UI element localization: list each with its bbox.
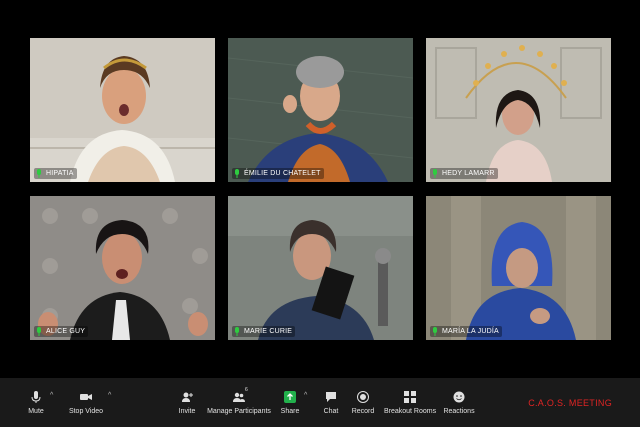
participant-name: HEDY LAMARR bbox=[442, 170, 495, 177]
participant-video bbox=[228, 196, 413, 340]
reactions-label: Reactions bbox=[443, 408, 475, 415]
participant-tile-alice-guy[interactable]: ALICE GUY bbox=[30, 196, 215, 340]
reactions-icon bbox=[453, 391, 465, 403]
participant-video bbox=[426, 38, 611, 182]
name-tag: MARÍA LA JUDÍA bbox=[430, 326, 502, 337]
chat-icon bbox=[326, 392, 336, 402]
name-tag: ÉMILIE DU CHATELET bbox=[232, 168, 324, 179]
participant-video bbox=[426, 196, 611, 340]
microphone-icon bbox=[433, 327, 437, 336]
participant-tile-maria-la-judia[interactable]: MARÍA LA JUDÍA bbox=[426, 196, 611, 340]
stop-video-label: Stop Video bbox=[68, 408, 104, 415]
breakout-rooms-label: Breakout Rooms bbox=[383, 408, 437, 415]
participant-tile-hipatia[interactable]: HIPATIA bbox=[30, 38, 215, 182]
chevron-up-icon[interactable]: ^ bbox=[304, 392, 307, 399]
chevron-up-icon[interactable]: ^ bbox=[108, 392, 111, 399]
add-person-icon bbox=[182, 392, 193, 402]
invite-button[interactable]: Invite bbox=[174, 378, 200, 427]
participant-name: MARIE CURIE bbox=[244, 328, 293, 335]
participant-name: ALICE GUY bbox=[46, 328, 86, 335]
microphone-icon bbox=[37, 169, 41, 178]
participant-video bbox=[30, 196, 215, 340]
share-label: Share bbox=[280, 408, 300, 415]
share-button[interactable]: Share bbox=[278, 378, 302, 427]
microphone-icon bbox=[235, 169, 239, 178]
microphone-icon bbox=[31, 391, 41, 403]
participant-name: ÉMILIE DU CHATELET bbox=[244, 170, 321, 177]
chat-label: Chat bbox=[323, 408, 339, 415]
participant-tile-marie-curie[interactable]: MARIE CURIE bbox=[228, 196, 413, 340]
participant-video bbox=[30, 38, 215, 182]
meeting-title: C.A.O.S. MEETING bbox=[528, 398, 612, 408]
mute-label: Mute bbox=[28, 408, 44, 415]
mute-button[interactable]: Mute bbox=[24, 378, 48, 427]
record-label: Record bbox=[351, 408, 375, 415]
invite-label: Invite bbox=[178, 408, 196, 415]
participants-count: 6 bbox=[245, 387, 248, 393]
record-icon bbox=[357, 391, 369, 403]
manage-participants-label: Manage Participants bbox=[207, 408, 271, 415]
name-tag: HIPATIA bbox=[34, 168, 77, 179]
record-button[interactable]: Record bbox=[350, 378, 376, 427]
breakout-rooms-button[interactable]: Breakout Rooms bbox=[383, 378, 437, 427]
breakout-rooms-icon bbox=[404, 391, 416, 403]
participants-icon-wrap: 6 bbox=[232, 387, 248, 404]
name-tag: ALICE GUY bbox=[34, 326, 89, 337]
reactions-button[interactable]: Reactions bbox=[443, 378, 475, 427]
participant-name: HIPATIA bbox=[46, 170, 74, 177]
participant-tile-emilie-du-chatelet[interactable]: ÉMILIE DU CHATELET bbox=[228, 38, 413, 182]
meeting-toolbar: Mute ^ Stop Video ^ Invite 6 Manage Part… bbox=[0, 378, 640, 427]
microphone-icon bbox=[433, 169, 437, 178]
participant-tile-hedy-lamarr[interactable]: HEDY LAMARR bbox=[426, 38, 611, 182]
participant-video bbox=[228, 38, 413, 182]
share-screen-icon bbox=[284, 391, 296, 403]
chat-button[interactable]: Chat bbox=[320, 378, 342, 427]
video-grid: HIPATIA ÉMILIE DU CHATELET HEDY LAMARR A… bbox=[0, 0, 640, 378]
microphone-icon bbox=[37, 327, 41, 336]
participant-name: MARÍA LA JUDÍA bbox=[442, 328, 499, 335]
participants-icon bbox=[233, 392, 245, 402]
chevron-up-icon[interactable]: ^ bbox=[50, 392, 53, 399]
video-camera-icon bbox=[80, 394, 92, 400]
manage-participants-button[interactable]: 6 Manage Participants bbox=[207, 378, 271, 427]
microphone-icon bbox=[235, 327, 239, 336]
name-tag: HEDY LAMARR bbox=[430, 168, 498, 179]
name-tag: MARIE CURIE bbox=[232, 326, 296, 337]
stop-video-button[interactable]: Stop Video bbox=[66, 378, 106, 427]
